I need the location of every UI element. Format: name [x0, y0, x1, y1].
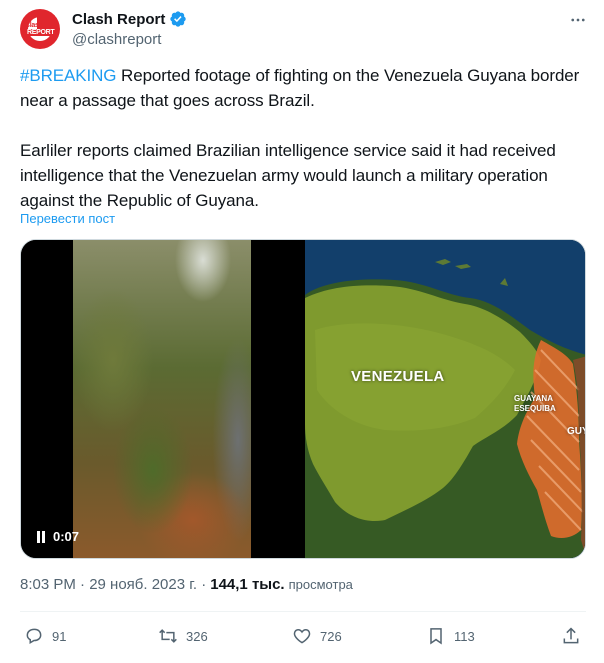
author-name-row: Clash Report — [72, 10, 187, 28]
video-player[interactable]: 0:07 — [21, 240, 303, 558]
reply-icon — [26, 628, 42, 644]
translate-post-link[interactable]: Перевести пост — [20, 211, 115, 226]
post-header: Clash REPORT Clash Report @clashreport — [20, 8, 590, 50]
repost-icon — [159, 629, 177, 643]
map-label-guayana-line1: GUAYANA — [514, 394, 553, 403]
heart-icon — [293, 628, 311, 644]
repost-count: 326 — [186, 628, 208, 644]
map-label-guayana-line2: ESEQUIBA — [514, 404, 556, 413]
map-image[interactable]: VENEZUELA GUAYANA ESEQUIBA GUY — [305, 240, 585, 558]
bookmark-icon — [430, 628, 442, 645]
post-paragraph-1: #BREAKING Reported footage of fighting o… — [20, 63, 588, 113]
pause-icon[interactable] — [37, 530, 47, 543]
map-label-guayana-esequiba: GUAYANA ESEQUIBA — [514, 394, 556, 414]
video-controls[interactable]: 0:07 — [37, 529, 79, 544]
share-button[interactable] — [561, 622, 581, 650]
share-icon — [563, 627, 579, 644]
avatar-logo-text: Clash REPORT — [25, 22, 56, 36]
map-label-venezuela: VENEZUELA — [351, 368, 445, 385]
video-frame — [73, 240, 251, 558]
bookmark-count: 113 — [454, 628, 475, 644]
more-dots-icon — [571, 18, 585, 22]
divider — [20, 611, 586, 612]
like-button[interactable]: 726 — [292, 622, 342, 650]
hashtag-link[interactable]: #BREAKING — [20, 66, 117, 85]
reply-button[interactable]: 91 — [24, 622, 66, 650]
post-text: #BREAKING Reported footage of fighting o… — [20, 63, 588, 213]
post-paragraph-2: Earliler reports claimed Brazilian intel… — [20, 141, 556, 210]
reply-count: 91 — [52, 628, 67, 644]
author-display-name[interactable]: Clash Report — [72, 11, 165, 28]
avatar[interactable]: Clash REPORT — [20, 9, 60, 49]
author-handle[interactable]: @clashreport — [72, 31, 161, 48]
map-label-guyana: GUY — [567, 426, 585, 437]
views-count: 144,1 тыс. — [210, 576, 285, 593]
bookmark-button[interactable]: 113 — [426, 622, 475, 650]
like-count: 726 — [320, 628, 342, 644]
verified-badge-icon — [170, 11, 187, 27]
repost-button[interactable]: 326 — [158, 622, 208, 650]
media-container: 0:07 VENEZUELA GUAYANA ESEQUIBA GUY — [20, 239, 586, 559]
video-time: 0:07 — [53, 529, 80, 544]
action-bar: 91 326 726 113 — [20, 622, 586, 650]
views-label: просмотра — [288, 577, 353, 592]
post-meta: 8:03 PM · 29 нояб. 2023 г. · 144,1 тыс. … — [20, 576, 353, 593]
avatar-logo-text-bottom: REPORT — [26, 29, 56, 36]
more-options-button[interactable] — [568, 10, 588, 30]
post-timestamp[interactable]: 8:03 PM · 29 нояб. 2023 г. · — [20, 576, 206, 593]
avatar-logo-text-top: Clash — [25, 22, 43, 29]
